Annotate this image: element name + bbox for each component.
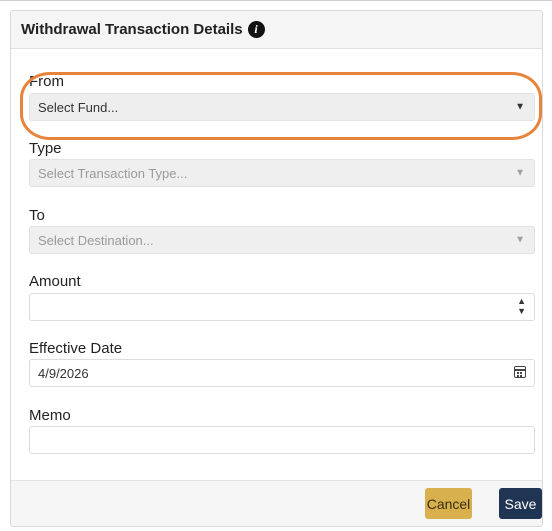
memo-label: Memo (29, 407, 71, 424)
from-label: From (29, 73, 64, 90)
cancel-button[interactable]: Cancel (425, 488, 472, 519)
info-icon[interactable]: i (247, 21, 265, 38)
type-label: Type (29, 140, 62, 157)
effective-date-value: 4/9/2026 (38, 365, 89, 381)
from-select-value: Select Fund... (38, 99, 119, 115)
memo-input[interactable] (29, 426, 535, 454)
spin-up-icon[interactable]: ▲ (517, 296, 526, 306)
save-button[interactable]: Save (499, 488, 542, 519)
effective-date-input[interactable]: 4/9/2026 (29, 359, 535, 387)
to-select-value: Select Destination... (38, 232, 154, 248)
amount-stepper[interactable]: ▲ ▼ (517, 296, 526, 316)
to-label: To (29, 207, 45, 224)
type-select-value: Select Transaction Type... (38, 165, 188, 181)
withdrawal-panel: Withdrawal Transaction Details i From Se… (10, 10, 543, 527)
chevron-down-icon: ▼ (515, 101, 525, 113)
chevron-down-icon: ▼ (515, 234, 525, 246)
amount-label: Amount (29, 273, 81, 290)
panel-body: From Select Fund... ▼ Type Select Transa… (11, 49, 542, 489)
type-select[interactable]: Select Transaction Type... ▼ (29, 159, 535, 187)
top-rule (0, 0, 552, 1)
panel-header: Withdrawal Transaction Details i (11, 11, 542, 49)
chevron-down-icon: ▼ (515, 167, 525, 179)
spin-down-icon[interactable]: ▼ (517, 306, 526, 316)
from-select[interactable]: Select Fund... ▼ (29, 93, 535, 121)
panel-footer: Cancel Save (11, 480, 542, 526)
to-select[interactable]: Select Destination... ▼ (29, 226, 535, 254)
calendar-icon[interactable] (514, 366, 526, 378)
panel-title: Withdrawal Transaction Details (21, 21, 243, 38)
amount-input[interactable]: ▲ ▼ (29, 293, 535, 321)
effective-date-label: Effective Date (29, 340, 123, 357)
